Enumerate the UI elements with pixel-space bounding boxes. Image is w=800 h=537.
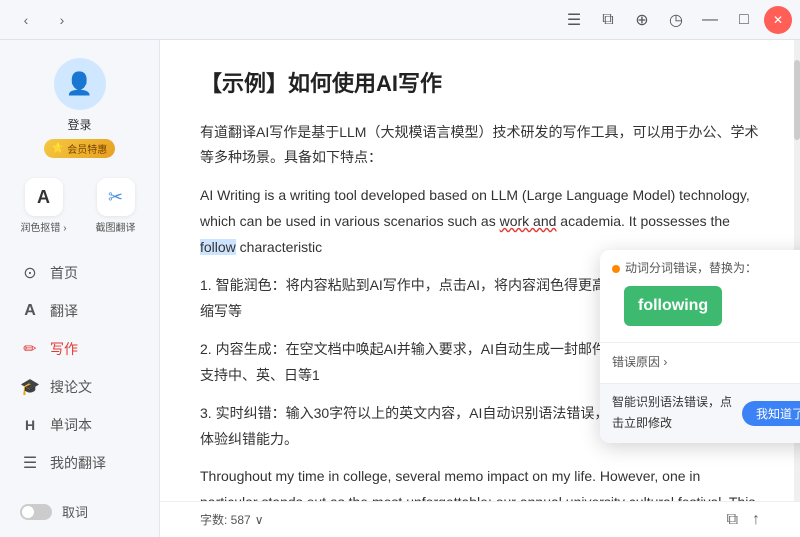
doc-para-6: Throughout my time in college, several m… xyxy=(200,464,760,501)
sidebar-item-my-translate[interactable]: ☰ 我的翻译 xyxy=(0,444,159,482)
my-translate-icon: ☰ xyxy=(20,453,40,473)
word-pick-item: 取词 xyxy=(0,494,159,529)
tools-row: A 润色抠错 › ✂ 截图翻译 xyxy=(0,170,159,242)
grammar-popup: 动词分词错误，替换为： following 错误原因 › 🗑 智能识别语法错误，… xyxy=(600,250,800,443)
doc-content[interactable]: 【示例】如何使用AI写作 有道翻译AI写作是基于LLM（大规模语言模型）技术研发… xyxy=(160,40,800,501)
vocabulary-icon: H xyxy=(20,415,40,435)
vip-badge[interactable]: ⭐ 会员特惠 xyxy=(44,139,115,158)
popup-corrected-word[interactable]: following xyxy=(624,286,722,327)
sidebar: 👤 登录 ⭐ 会员特惠 A 润色抠错 › ✂ 截图翻译 xyxy=(0,40,160,537)
popup-confirm-button[interactable]: 我知道了 xyxy=(742,401,800,426)
popup-error-link[interactable]: 错误原因 › xyxy=(612,352,667,374)
word-pick-toggle-knob xyxy=(22,506,34,518)
plus-circle-icon[interactable]: ⊕ xyxy=(628,6,656,34)
word-count-label: 字数: 587 xyxy=(200,511,251,528)
avatar-icon: 👤 xyxy=(66,71,93,97)
word-pick-toggle[interactable] xyxy=(20,504,52,520)
popup-dot xyxy=(612,265,620,273)
screen-icon[interactable]: ⧉ xyxy=(594,6,622,34)
sidebar-item-translate[interactable]: A 翻译 xyxy=(0,292,159,330)
write-icon: ✏ xyxy=(20,339,40,359)
maximize-button[interactable]: □ xyxy=(730,6,758,34)
translate-icon: A xyxy=(20,301,40,321)
vip-label: 会员特惠 xyxy=(67,141,107,156)
sidebar-bottom: 取词 划词 xyxy=(0,486,159,537)
doc-para-1: 有道翻译AI写作是基于LLM（大规模语言模型）技术研发的写作工具，可以用于办公、… xyxy=(200,120,760,172)
tool-screenshot-translate-label: 截图翻译 xyxy=(96,219,136,234)
sidebar-item-write-label: 写作 xyxy=(50,339,78,359)
bottom-bar: 字数: 587 ∨ ⧉ ↑ xyxy=(160,501,800,537)
user-section: 👤 登录 ⭐ 会员特惠 xyxy=(0,50,159,170)
forward-button[interactable]: › xyxy=(52,10,72,30)
popup-header: 动词分词错误，替换为： xyxy=(600,250,800,286)
tool-screenshot-translate-icon: ✂ xyxy=(108,187,123,208)
main-layout: 👤 登录 ⭐ 会员特惠 A 润色抠错 › ✂ 截图翻译 xyxy=(0,40,800,537)
sidebar-item-vocabulary-label: 单词本 xyxy=(50,415,92,435)
sidebar-item-my-translate-label: 我的翻译 xyxy=(50,453,106,473)
share-icon[interactable]: ↑ xyxy=(752,511,760,529)
content-area: 【示例】如何使用AI写作 有道翻译AI写作是基于LLM（大规模语言模型）技术研发… xyxy=(160,40,800,537)
word-pick-label: 取词 xyxy=(62,502,88,521)
menu-icon[interactable]: ☰ xyxy=(560,6,588,34)
popup-footer-row: 错误原因 › 🗑 xyxy=(600,343,800,382)
popup-header-text: 动词分词错误，替换为： xyxy=(625,258,757,280)
sidebar-item-translate-label: 翻译 xyxy=(50,301,78,321)
nav-items: ⊙ 首页 A 翻译 ✏ 写作 🎓 搜论文 H 单词本 ☰ 我的翻译 xyxy=(0,250,159,486)
tool-color-correct-icon: A xyxy=(37,187,50,208)
title-bar: ‹ › ☰ ⧉ ⊕ ◷ — □ ✕ xyxy=(0,0,800,40)
tool-color-correct[interactable]: A 润色抠错 › xyxy=(14,178,74,234)
tool-screenshot-translate[interactable]: ✂ 截图翻译 xyxy=(86,178,146,234)
sidebar-item-vocabulary[interactable]: H 单词本 xyxy=(0,406,159,444)
bottom-bar-right: ⧉ ↑ xyxy=(727,511,760,529)
copy-icon[interactable]: ⧉ xyxy=(727,511,738,529)
home-icon: ⊙ xyxy=(20,263,40,283)
title-bar-left: ‹ › xyxy=(16,10,72,30)
search-paper-icon: 🎓 xyxy=(20,377,40,397)
sidebar-item-home[interactable]: ⊙ 首页 xyxy=(0,254,159,292)
sidebar-item-write[interactable]: ✏ 写作 xyxy=(0,330,159,368)
tool-screenshot-translate-icon-box: ✂ xyxy=(97,178,135,216)
popup-info-bar: 智能识别语法错误，点击立即修改 我知道了 xyxy=(600,384,800,443)
vip-star-icon: ⭐ xyxy=(52,143,64,154)
minimize-button[interactable]: — xyxy=(696,6,724,34)
close-button[interactable]: ✕ xyxy=(764,6,792,34)
underline-work: work and xyxy=(500,213,557,229)
doc-title: 【示例】如何使用AI写作 xyxy=(200,64,760,104)
popup-info-text: 智能识别语法错误，点击立即修改 xyxy=(612,392,742,435)
sidebar-item-search-paper-label: 搜论文 xyxy=(50,377,92,397)
avatar: 👤 xyxy=(54,58,106,110)
back-button[interactable]: ‹ xyxy=(16,10,36,30)
scrollbar-thumb[interactable] xyxy=(794,60,800,140)
word-mark-item: 划词 xyxy=(0,529,159,537)
tool-color-correct-icon-box: A xyxy=(25,178,63,216)
sidebar-item-home-label: 首页 xyxy=(50,263,78,283)
clock-icon[interactable]: ◷ xyxy=(662,6,690,34)
tool-color-correct-label: 润色抠错 › xyxy=(20,219,66,234)
sidebar-item-search-paper[interactable]: 🎓 搜论文 xyxy=(0,368,159,406)
login-button[interactable]: 登录 xyxy=(67,116,91,133)
chevron-down-icon[interactable]: ∨ xyxy=(255,513,264,527)
highlight-follow: follow xyxy=(200,239,236,255)
title-bar-controls: ☰ ⧉ ⊕ ◷ — □ ✕ xyxy=(560,6,792,34)
